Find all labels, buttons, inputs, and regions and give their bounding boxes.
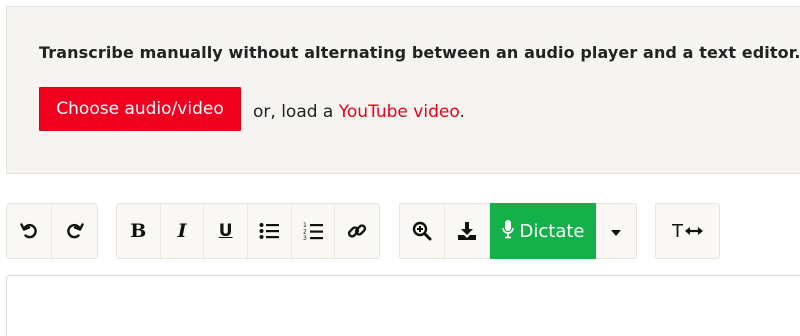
load-youtube-line: or, load a YouTube video. bbox=[253, 102, 465, 122]
svg-text:3: 3 bbox=[303, 235, 307, 241]
dictate-button[interactable]: Dictate bbox=[490, 203, 596, 259]
panel-headline: Transcribe manually without alternating … bbox=[39, 43, 800, 62]
microphone-icon bbox=[501, 219, 514, 244]
zoom-in-button[interactable] bbox=[400, 204, 445, 258]
text-width-label: T bbox=[672, 220, 683, 242]
bulleted-list-button[interactable] bbox=[248, 204, 292, 258]
download-icon bbox=[457, 221, 477, 241]
bold-icon: B bbox=[130, 219, 147, 242]
numbered-list-icon: 1 2 3 bbox=[303, 221, 324, 241]
redo-button[interactable] bbox=[52, 204, 97, 258]
youtube-video-link[interactable]: YouTube video bbox=[339, 102, 460, 122]
text-width-toolbar-group: T bbox=[655, 203, 720, 259]
link-button[interactable] bbox=[335, 204, 379, 258]
bulleted-list-icon bbox=[259, 222, 280, 240]
tools-toolbar-group: Dictate bbox=[399, 203, 637, 259]
undo-button[interactable] bbox=[7, 204, 52, 258]
file-load-panel: Transcribe manually without alternating … bbox=[6, 6, 800, 174]
download-button[interactable] bbox=[445, 204, 490, 258]
zoom-in-icon bbox=[412, 221, 432, 241]
load-suffix-text: . bbox=[459, 102, 465, 122]
underline-button[interactable]: U bbox=[204, 204, 249, 258]
dictate-options-button[interactable] bbox=[596, 204, 635, 258]
link-icon bbox=[347, 221, 367, 241]
choose-audio-video-button[interactable]: Choose audio/video bbox=[39, 87, 241, 131]
bold-button[interactable]: B bbox=[117, 204, 161, 258]
caret-down-icon bbox=[610, 222, 622, 241]
horizontal-arrows-icon bbox=[685, 226, 703, 236]
history-toolbar-group bbox=[6, 203, 98, 259]
load-prefix-text: or, load a bbox=[253, 102, 339, 122]
redo-icon bbox=[65, 221, 85, 241]
numbered-list-button[interactable]: 1 2 3 bbox=[292, 204, 336, 258]
transcript-editor[interactable] bbox=[6, 275, 800, 336]
italic-icon: I bbox=[177, 219, 187, 242]
dictate-label: Dictate bbox=[519, 220, 585, 242]
text-width-button[interactable]: T bbox=[656, 204, 719, 258]
underline-icon: U bbox=[218, 220, 233, 241]
undo-icon bbox=[19, 221, 39, 241]
page: Transcribe manually without alternating … bbox=[0, 0, 800, 336]
italic-button[interactable]: I bbox=[161, 204, 205, 258]
format-toolbar-group: B I U 1 2 3 bbox=[116, 203, 380, 259]
